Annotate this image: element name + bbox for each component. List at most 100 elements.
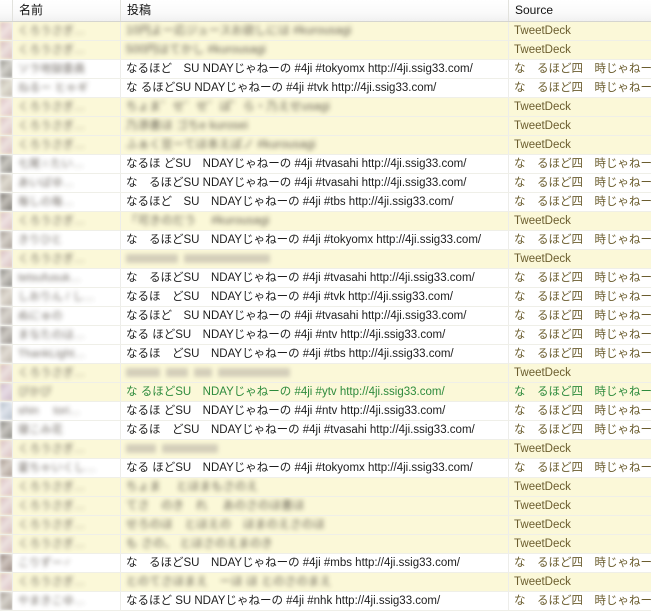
user-name-cell[interactable]: 寝こみ花 [13, 421, 121, 439]
user-name-cell[interactable]: くろうさぎ… [13, 516, 121, 534]
table-row[interactable]: ThankLight… なるほ どSU NDAYじゃねーの #4ji #tbs h… [0, 345, 651, 364]
table-row[interactable]: くろうさぎ… てさ のき れ あのさのほ書ほ TweetDeck [0, 497, 651, 516]
post-text-cell[interactable]: せろのほ とほえの ほまのえさのほ [121, 516, 509, 534]
post-text-cell[interactable] [121, 250, 509, 268]
grid-body[interactable]: くろうさぎ… 10円よー応ジュースお欲しには #kurousagi TweetDec… [0, 22, 651, 611]
post-text-cell[interactable]: とのてさほまえ ーほ ほ とのさのまえ [121, 573, 509, 591]
user-name-cell[interactable]: くろうさぎ… [13, 250, 121, 268]
table-row[interactable]: まなたのは… なる ほどSU NDAYじゃねーの #4ji #ntv http:/… [0, 326, 651, 345]
post-text-cell[interactable]: な るほどSU NDAYじゃねーの #4ji #mbs http://4ji.s… [121, 554, 509, 572]
user-name-cell[interactable]: やまきこゆ… [13, 592, 121, 610]
post-text-cell[interactable]: なるほど SU NDAYじゃねーの #4ji #tbs http://4ji.s… [121, 193, 509, 211]
user-name-cell[interactable]: くろうさぎ… [13, 440, 121, 458]
table-row[interactable]: くろうさぎ… ちょま゛せ゛せ゛ぽ゛ら・乃えせusagi TweetDeck [0, 98, 651, 117]
table-row[interactable]: ねるー ヒゃギ な るほどSU NDAYじゃねーの #4ji #tvk http:… [0, 79, 651, 98]
post-text-cell[interactable]: な るほどSU NDAYじゃねーの #4ji #tvk http://4ji.s… [121, 79, 509, 97]
column-header-post[interactable]: 投稿 [121, 0, 509, 21]
table-row[interactable]: くろうさぎ… TweetDeck [0, 440, 651, 459]
user-name-cell[interactable]: くろうさぎ… [13, 573, 121, 591]
post-text-cell[interactable]: ちょま゛せ゛せ゛ぽ゛ら・乃えせusagi [121, 98, 509, 116]
column-header-gutter[interactable] [0, 0, 13, 21]
post-text-cell[interactable]: なるほど SU NDAYじゃねーの #4ji #tokyomx http://4… [121, 60, 509, 78]
column-header-name[interactable]: 名前 [13, 0, 121, 21]
table-row[interactable]: くろうさぎ… ふぁく豆ーてほ本えぽノ #kurousagi TweetDeck [0, 136, 651, 155]
user-name-cell[interactable]: くろうさぎ… [13, 117, 121, 135]
table-row[interactable]: 霍ちゃいくし… なる ほどSU NDAYじゃねーの #4ji #tokyomx h… [0, 459, 651, 478]
table-row[interactable]: くろうさぎ… TweetDeck [0, 250, 651, 269]
user-name-cell[interactable]: くろうさぎ… [13, 212, 121, 230]
post-text-cell[interactable]: なるほ どSU NDAYじゃねーの #4ji #tvasahi http://4… [121, 421, 509, 439]
user-name-cell[interactable]: まなたのは… [13, 326, 121, 344]
table-row[interactable]: 寝こみ花 なるほ どSU NDAYじゃねーの #4ji #tvasahi http… [0, 421, 651, 440]
table-row[interactable]: きりひと な るほどSU NDAYじゃねーの #4ji #tokyomx http… [0, 231, 651, 250]
post-text-cell[interactable]: 乃添書ほ ゴちe kurosei [121, 117, 509, 135]
post-text-cell[interactable]: な るほどSU NDAYじゃねーの #4ji #ytv http://4ji.s… [121, 383, 509, 401]
user-name-cell[interactable]: shin tori… [13, 402, 121, 420]
user-name-cell[interactable]: あいばゆ… [13, 174, 121, 192]
table-row[interactable]: くろうさぎ… 「可きのだう #kurousagi TweetDeck [0, 212, 651, 231]
post-text-cell[interactable]: てさ のき れ あのさのほ書ほ [121, 497, 509, 515]
table-row[interactable]: くろうさぎ… 乃添書ほ ゴちe kurosei TweetDeck [0, 117, 651, 136]
user-name-cell[interactable]: くろうさぎ… [13, 478, 121, 496]
user-name-cell[interactable]: くろうさぎ… [13, 364, 121, 382]
user-name-cell[interactable]: くろうさぎ… [13, 136, 121, 154]
source-cell: な るほど四 時じゃねーの [514, 595, 651, 607]
table-row[interactable]: くろうさぎ… せろのほ とほえの ほまのえさのほ TweetDeck [0, 516, 651, 535]
post-text-cell[interactable]: 「可きのだう #kurousagi [121, 212, 509, 230]
user-name-cell[interactable]: ぬにゅの [13, 307, 121, 325]
post-text-cell[interactable]: なるほ どSU NDAYじゃねーの #4ji #ntv http://4ji.s… [121, 402, 509, 420]
user-name-cell[interactable]: 毎しの毎… [13, 193, 121, 211]
user-name-cell[interactable]: 霍ちゃいくし… [13, 459, 121, 477]
post-text-cell[interactable]: なるほ どSU NDAYじゃねーの #4ji #tvasahi http://4… [121, 155, 509, 173]
avatar [0, 231, 13, 249]
user-name-cell[interactable]: tetsufusuk… [13, 269, 121, 287]
table-row[interactable]: くろうさぎ… 500円はてかし #kurousagi TweetDeck [0, 41, 651, 60]
post-text-cell[interactable]: な るほどSU NDAYじゃねーの #4ji #tokyomx http://4… [121, 231, 509, 249]
post-text-cell[interactable]: なるほ どSU NDAYじゃねーの #4ji #tvk http://4ji.s… [121, 288, 509, 306]
table-row[interactable]: くろうさぎ… も さの、 とほさのえまのき TweetDeck [0, 535, 651, 554]
post-text-cell[interactable]: なる ほどSU NDAYじゃねーの #4ji #ntv http://4ji.s… [121, 326, 509, 344]
post-text-cell[interactable]: なるほど SU NDAYじゃねーの #4ji #tvasahi http://4… [121, 307, 509, 325]
post-text-cell[interactable]: も さの、 とほさのえまのき [121, 535, 509, 553]
post-text-cell[interactable]: な るほどSU NDAYじゃねーの #4ji #tvasahi http://4… [121, 269, 509, 287]
table-row[interactable]: くろうさぎ… TweetDeck [0, 364, 651, 383]
post-text-cell[interactable]: なるほ どSU NDAYじゃねーの #4ji #tbs http://4ji.s… [121, 345, 509, 363]
table-row[interactable]: くろうさぎ… ちょま とほまもさのえ TweetDeck [0, 478, 651, 497]
post-text-cell[interactable]: なるほど SU NDAYじゃねーの #4ji #nhk http://4ji.s… [121, 592, 509, 610]
post-text-cell[interactable] [121, 440, 509, 458]
table-row[interactable]: shin tori… なるほ どSU NDAYじゃねーの #4ji #ntv ht… [0, 402, 651, 421]
post-text-cell[interactable]: な るほどSU NDAYじゃねーの #4ji #tvasahi http://4… [121, 174, 509, 192]
user-name-cell[interactable]: ソラ地獄委員 [13, 60, 121, 78]
table-row[interactable]: こりずー♂ な るほどSU NDAYじゃねーの #4ji #mbs http://… [0, 554, 651, 573]
post-text-cell[interactable]: 500円はてかし #kurousagi [121, 41, 509, 59]
user-name-cell[interactable]: 七尾☆たい… [13, 155, 121, 173]
user-name-cell[interactable]: ねるー ヒゃギ [13, 79, 121, 97]
table-row[interactable]: 七尾☆たい… なるほ どSU NDAYじゃねーの #4ji #tvasahi ht… [0, 155, 651, 174]
table-row[interactable]: しおりん / し… なるほ どSU NDAYじゃねーの #4ji #tvk htt… [0, 288, 651, 307]
table-row[interactable]: くろうさぎ… 10円よー応ジュースお欲しには #kurousagi TweetDec… [0, 22, 651, 41]
user-name-cell[interactable]: くろうさぎ… [13, 22, 121, 40]
user-name-cell[interactable]: こりずー♂ [13, 554, 121, 572]
user-name-cell[interactable]: ぴかぴ [13, 383, 121, 401]
table-row[interactable]: tetsufusuk… な るほどSU NDAYじゃねーの #4ji #tvasa… [0, 269, 651, 288]
user-name-cell[interactable]: くろうさぎ… [13, 535, 121, 553]
table-row[interactable]: くろうさぎ… とのてさほまえ ーほ ほ とのさのまえ TweetDeck [0, 573, 651, 592]
table-row[interactable]: ぬにゅの なるほど SU NDAYじゃねーの #4ji #tvasahi http… [0, 307, 651, 326]
user-name-cell[interactable]: くろうさぎ… [13, 98, 121, 116]
post-text-cell[interactable]: ちょま とほまもさのえ [121, 478, 509, 496]
post-text-cell[interactable]: 10円よー応ジュースお欲しには #kurousagi [121, 22, 509, 40]
post-text-cell[interactable]: なる ほどSU NDAYじゃねーの #4ji #tokyomx http://4… [121, 459, 509, 477]
user-name-cell[interactable]: くろうさぎ… [13, 497, 121, 515]
column-header-source[interactable]: Source [509, 0, 651, 21]
user-name-cell[interactable]: ThankLight… [13, 345, 121, 363]
user-name-cell[interactable]: くろうさぎ… [13, 41, 121, 59]
table-row[interactable]: やまきこゆ… なるほど SU NDAYじゃねーの #4ji #nhk http:/… [0, 592, 651, 611]
user-name-cell[interactable]: しおりん / し… [13, 288, 121, 306]
table-row[interactable]: ぴかぴ な るほどSU NDAYじゃねーの #4ji #ytv http://4j… [0, 383, 651, 402]
post-text-cell[interactable]: ふぁく豆ーてほ本えぽノ #kurousagi [121, 136, 509, 154]
table-row[interactable]: 毎しの毎… なるほど SU NDAYじゃねーの #4ji #tbs http://… [0, 193, 651, 212]
table-row[interactable]: あいばゆ… な るほどSU NDAYじゃねーの #4ji #tvasahi htt… [0, 174, 651, 193]
table-row[interactable]: ソラ地獄委員 なるほど SU NDAYじゃねーの #4ji #tokyomx ht… [0, 60, 651, 79]
post-text-cell[interactable] [121, 364, 509, 382]
user-name-cell[interactable]: きりひと [13, 231, 121, 249]
